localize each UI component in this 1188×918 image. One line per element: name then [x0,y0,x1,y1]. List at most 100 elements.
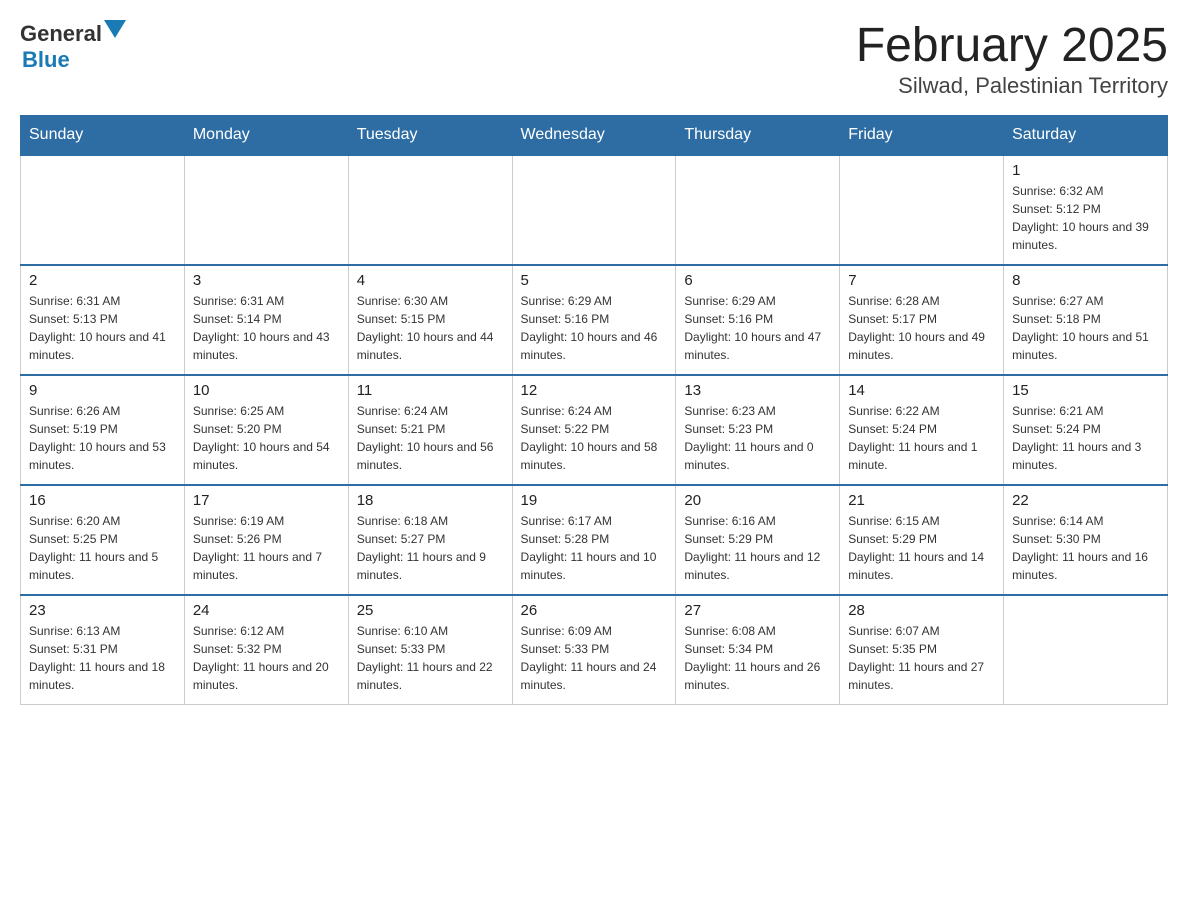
day-number: 21 [848,492,995,509]
calendar-cell: 9 Sunrise: 6:26 AMSunset: 5:19 PMDaylight… [21,375,185,485]
day-info: Sunrise: 6:31 AMSunset: 5:13 PMDaylight:… [29,292,176,364]
day-info: Sunrise: 6:22 AMSunset: 5:24 PMDaylight:… [848,402,995,474]
day-number: 3 [193,272,340,289]
day-number: 8 [1012,272,1159,289]
calendar-header: SundayMondayTuesdayWednesdayThursdayFrid… [21,115,1168,155]
day-number: 9 [29,382,176,399]
calendar-cell [676,155,840,265]
calendar-cell: 28 Sunrise: 6:07 AMSunset: 5:35 PMDayligh… [840,595,1004,705]
day-info: Sunrise: 6:29 AMSunset: 5:16 PMDaylight:… [521,292,668,364]
calendar-body: 1 Sunrise: 6:32 AMSunset: 5:12 PMDaylight… [21,155,1168,705]
calendar-week-row: 23 Sunrise: 6:13 AMSunset: 5:31 PMDayligh… [21,595,1168,705]
calendar-cell: 18 Sunrise: 6:18 AMSunset: 5:27 PMDayligh… [348,485,512,595]
day-number: 15 [1012,382,1159,399]
day-info: Sunrise: 6:15 AMSunset: 5:29 PMDaylight:… [848,512,995,584]
day-info: Sunrise: 6:32 AMSunset: 5:12 PMDaylight:… [1012,182,1159,254]
page-header: General Blue February 2025 Silwad, Pales… [20,20,1168,99]
calendar-cell: 21 Sunrise: 6:15 AMSunset: 5:29 PMDayligh… [840,485,1004,595]
day-number: 10 [193,382,340,399]
day-info: Sunrise: 6:08 AMSunset: 5:34 PMDaylight:… [684,622,831,694]
calendar-cell: 16 Sunrise: 6:20 AMSunset: 5:25 PMDayligh… [21,485,185,595]
calendar-cell [184,155,348,265]
logo-text-blue: Blue [22,47,70,73]
day-info: Sunrise: 6:09 AMSunset: 5:33 PMDaylight:… [521,622,668,694]
day-info: Sunrise: 6:27 AMSunset: 5:18 PMDaylight:… [1012,292,1159,364]
calendar-cell: 27Sunrise: 6:08 AMSunset: 5:34 PMDayligh… [676,595,840,705]
calendar-cell: 19Sunrise: 6:17 AMSunset: 5:28 PMDayligh… [512,485,676,595]
day-number: 5 [521,272,668,289]
calendar-table: SundayMondayTuesdayWednesdayThursdayFrid… [20,115,1168,706]
day-info: Sunrise: 6:28 AMSunset: 5:17 PMDaylight:… [848,292,995,364]
day-info: Sunrise: 6:30 AMSunset: 5:15 PMDaylight:… [357,292,504,364]
day-number: 16 [29,492,176,509]
calendar-cell: 25 Sunrise: 6:10 AMSunset: 5:33 PMDayligh… [348,595,512,705]
calendar-cell: 14 Sunrise: 6:22 AMSunset: 5:24 PMDayligh… [840,375,1004,485]
calendar-day-header: Friday [840,115,1004,155]
calendar-cell [512,155,676,265]
day-info: Sunrise: 6:17 AMSunset: 5:28 PMDaylight:… [521,512,668,584]
calendar-cell [348,155,512,265]
calendar-cell: 20 Sunrise: 6:16 AMSunset: 5:29 PMDayligh… [676,485,840,595]
day-info: Sunrise: 6:29 AMSunset: 5:16 PMDaylight:… [684,292,831,364]
calendar-cell: 11 Sunrise: 6:24 AMSunset: 5:21 PMDayligh… [348,375,512,485]
page-title: February 2025 [856,20,1168,73]
day-number: 22 [1012,492,1159,509]
calendar-week-row: 9 Sunrise: 6:26 AMSunset: 5:19 PMDaylight… [21,375,1168,485]
calendar-cell: 5 Sunrise: 6:29 AMSunset: 5:16 PMDaylight… [512,265,676,375]
day-info: Sunrise: 6:18 AMSunset: 5:27 PMDaylight:… [357,512,504,584]
day-number: 14 [848,382,995,399]
day-number: 4 [357,272,504,289]
day-info: Sunrise: 6:23 AMSunset: 5:23 PMDaylight:… [684,402,831,474]
calendar-cell: 7 Sunrise: 6:28 AMSunset: 5:17 PMDaylight… [840,265,1004,375]
calendar-cell: 10 Sunrise: 6:25 AMSunset: 5:20 PMDayligh… [184,375,348,485]
day-number: 17 [193,492,340,509]
day-number: 23 [29,602,176,619]
day-info: Sunrise: 6:13 AMSunset: 5:31 PMDaylight:… [29,622,176,694]
calendar-cell: 23 Sunrise: 6:13 AMSunset: 5:31 PMDayligh… [21,595,185,705]
calendar-day-header: Saturday [1004,115,1168,155]
calendar-cell [840,155,1004,265]
day-info: Sunrise: 6:12 AMSunset: 5:32 PMDaylight:… [193,622,340,694]
calendar-cell: 3 Sunrise: 6:31 AMSunset: 5:14 PMDaylight… [184,265,348,375]
calendar-cell: 22 Sunrise: 6:14 AMSunset: 5:30 PMDayligh… [1004,485,1168,595]
calendar-cell: 26 Sunrise: 6:09 AMSunset: 5:33 PMDayligh… [512,595,676,705]
day-number: 26 [521,602,668,619]
calendar-week-row: 1 Sunrise: 6:32 AMSunset: 5:12 PMDaylight… [21,155,1168,265]
title-block: February 2025 Silwad, Palestinian Territ… [856,20,1168,99]
page-subtitle: Silwad, Palestinian Territory [856,73,1168,99]
day-number: 13 [684,382,831,399]
day-number: 2 [29,272,176,289]
calendar-cell: 15 Sunrise: 6:21 AMSunset: 5:24 PMDayligh… [1004,375,1168,485]
day-info: Sunrise: 6:16 AMSunset: 5:29 PMDaylight:… [684,512,831,584]
calendar-cell: 4 Sunrise: 6:30 AMSunset: 5:15 PMDaylight… [348,265,512,375]
day-info: Sunrise: 6:31 AMSunset: 5:14 PMDaylight:… [193,292,340,364]
day-number: 28 [848,602,995,619]
calendar-cell: 1 Sunrise: 6:32 AMSunset: 5:12 PMDaylight… [1004,155,1168,265]
day-info: Sunrise: 6:26 AMSunset: 5:19 PMDaylight:… [29,402,176,474]
day-info: Sunrise: 6:20 AMSunset: 5:25 PMDaylight:… [29,512,176,584]
day-info: Sunrise: 6:21 AMSunset: 5:24 PMDaylight:… [1012,402,1159,474]
calendar-week-row: 2 Sunrise: 6:31 AMSunset: 5:13 PMDaylight… [21,265,1168,375]
day-number: 24 [193,602,340,619]
day-info: Sunrise: 6:25 AMSunset: 5:20 PMDaylight:… [193,402,340,474]
calendar-cell: 17Sunrise: 6:19 AMSunset: 5:26 PMDayligh… [184,485,348,595]
calendar-cell: 6Sunrise: 6:29 AMSunset: 5:16 PMDaylight… [676,265,840,375]
day-number: 1 [1012,162,1159,179]
day-info: Sunrise: 6:07 AMSunset: 5:35 PMDaylight:… [848,622,995,694]
calendar-cell: 12Sunrise: 6:24 AMSunset: 5:22 PMDayligh… [512,375,676,485]
calendar-day-header: Monday [184,115,348,155]
day-number: 20 [684,492,831,509]
day-number: 25 [357,602,504,619]
day-info: Sunrise: 6:24 AMSunset: 5:22 PMDaylight:… [521,402,668,474]
day-info: Sunrise: 6:24 AMSunset: 5:21 PMDaylight:… [357,402,504,474]
calendar-day-header: Wednesday [512,115,676,155]
calendar-cell: 24 Sunrise: 6:12 AMSunset: 5:32 PMDayligh… [184,595,348,705]
day-number: 11 [357,382,504,399]
day-info: Sunrise: 6:10 AMSunset: 5:33 PMDaylight:… [357,622,504,694]
calendar-week-row: 16 Sunrise: 6:20 AMSunset: 5:25 PMDayligh… [21,485,1168,595]
day-info: Sunrise: 6:14 AMSunset: 5:30 PMDaylight:… [1012,512,1159,584]
calendar-cell: 2 Sunrise: 6:31 AMSunset: 5:13 PMDaylight… [21,265,185,375]
day-number: 7 [848,272,995,289]
logo-triangle-icon [104,20,126,42]
day-number: 18 [357,492,504,509]
